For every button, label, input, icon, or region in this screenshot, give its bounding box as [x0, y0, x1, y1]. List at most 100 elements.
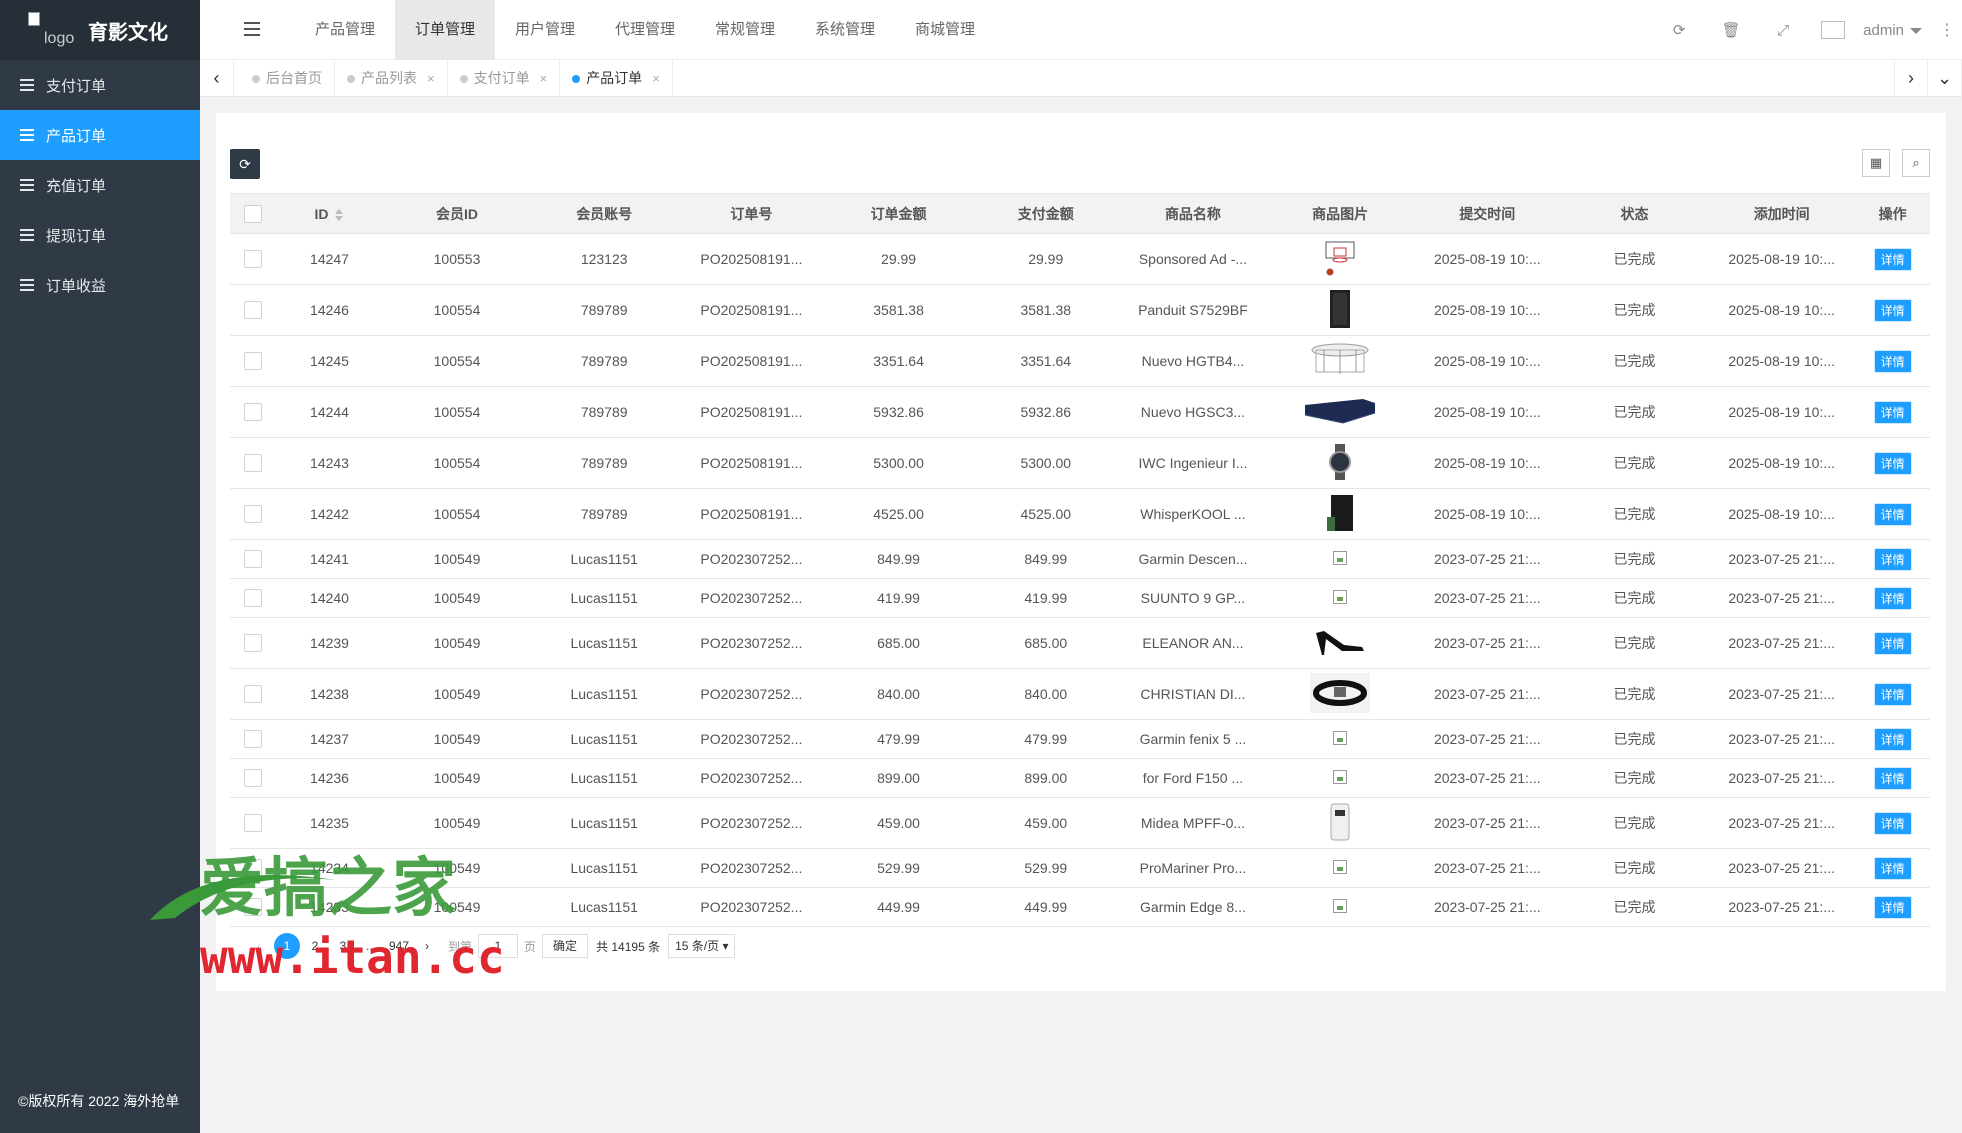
cell-amount: 840.00 — [824, 668, 973, 720]
sidebar: logo 育影文化 支付订单 产品订单 充值订单 提现订单 订单收益 ©版权所有 202… — [0, 0, 200, 1133]
cell-id: 14243 — [275, 437, 384, 489]
cell-id: 14246 — [275, 284, 384, 336]
detail-button[interactable]: 详情 — [1873, 298, 1912, 322]
row-checkbox[interactable] — [243, 898, 262, 917]
sidebar-item-3[interactable]: 提现订单 — [0, 210, 200, 260]
cell-amount: 5300.00 — [824, 437, 973, 489]
detail-button[interactable]: 详情 — [1873, 811, 1912, 835]
top-nav-item-5[interactable]: 系统管理 — [795, 0, 895, 60]
detail-button[interactable]: 详情 — [1873, 895, 1912, 919]
page-tab-0[interactable]: 后台首页 — [240, 60, 335, 97]
sidebar-item-4[interactable]: 订单收益 — [0, 260, 200, 310]
detail-button[interactable]: 详情 — [1873, 502, 1912, 526]
top-nav-item-6[interactable]: 商城管理 — [895, 0, 995, 60]
user-menu[interactable]: admin — [1863, 22, 1922, 39]
search-button[interactable]: ⌕ — [1902, 149, 1930, 177]
page-button-2[interactable]: 2 — [302, 933, 328, 959]
cell-actions: 详情 — [1855, 578, 1930, 618]
detail-button[interactable]: 详情 — [1873, 547, 1912, 571]
avatar[interactable] — [1821, 21, 1846, 39]
detail-button[interactable]: 详情 — [1873, 727, 1912, 751]
top-nav-item-0[interactable]: 产品管理 — [295, 0, 395, 60]
cell-id: 14237 — [275, 719, 384, 759]
table-row: 14236 100549 Lucas1151 PO202307252... 899.00… — [230, 758, 1930, 798]
row-checkbox[interactable] — [243, 505, 262, 524]
detail-button[interactable]: 详情 — [1873, 349, 1912, 373]
page-button-1[interactable]: 1 — [274, 933, 300, 959]
select-all-checkbox[interactable] — [243, 204, 262, 223]
row-checkbox[interactable] — [243, 730, 262, 749]
last-page-button[interactable]: 947 — [386, 933, 412, 959]
cell-id: 14233 — [275, 887, 384, 927]
product-image — [1303, 395, 1377, 430]
row-checkbox[interactable] — [243, 454, 262, 473]
cell-image — [1266, 233, 1414, 285]
top-nav-item-4[interactable]: 常规管理 — [695, 0, 795, 60]
detail-button[interactable]: 详情 — [1873, 247, 1912, 271]
sort-icon[interactable] — [334, 208, 345, 221]
goto-page-input[interactable]: 1 — [478, 934, 519, 958]
row-select-cell — [230, 386, 276, 438]
row-checkbox[interactable] — [243, 403, 262, 422]
refresh-icon[interactable]: ⟳ — [1653, 21, 1705, 39]
prev-page-button[interactable]: ‹ — [246, 933, 272, 959]
sidebar-item-2[interactable]: 充值订单 — [0, 160, 200, 210]
row-checkbox[interactable] — [243, 814, 262, 833]
table-refresh-button[interactable]: ⟳ — [230, 149, 260, 179]
tabs-menu-chevron-down-icon[interactable]: ⌄ — [1928, 60, 1962, 97]
cell-added: 2025-08-19 10:... — [1708, 284, 1856, 336]
close-icon[interactable]: × — [652, 60, 660, 97]
tabs-scroll-right-button[interactable]: › — [1894, 60, 1928, 97]
sidebar-item-0[interactable]: 支付订单 — [0, 60, 200, 110]
row-checkbox[interactable] — [243, 859, 262, 878]
detail-button[interactable]: 详情 — [1873, 400, 1912, 424]
page-tab-2[interactable]: 支付订单 × — [448, 60, 561, 97]
row-checkbox[interactable] — [243, 352, 262, 371]
menu-toggle-icon[interactable] — [244, 22, 260, 36]
cell-order-no: PO202508191... — [677, 233, 825, 285]
detail-button[interactable]: 详情 — [1873, 856, 1912, 880]
tabs-scroll-left-button[interactable]: ‹ — [200, 60, 234, 97]
fullscreen-icon[interactable]: ⤢ — [1757, 22, 1809, 39]
close-icon[interactable]: × — [540, 60, 548, 97]
trash-icon[interactable]: 🗑 — [1705, 21, 1757, 39]
page-size-select[interactable]: 15 条/页 ▾ — [668, 934, 736, 958]
cell-paid: 529.99 — [972, 848, 1120, 888]
columns-filter-button[interactable]: ▦ — [1862, 149, 1890, 177]
more-vertical-icon[interactable]: ⋮ — [1932, 20, 1962, 40]
detail-button[interactable]: 详情 — [1873, 766, 1912, 790]
column-header: 状态 — [1560, 193, 1709, 234]
cell-submitted: 2025-08-19 10:... — [1413, 386, 1561, 438]
cell-status: 已完成 — [1560, 617, 1709, 669]
detail-button[interactable]: 详情 — [1873, 631, 1912, 655]
cell-order-no: PO202508191... — [677, 386, 825, 438]
row-checkbox[interactable] — [243, 769, 262, 788]
row-checkbox[interactable] — [243, 589, 262, 608]
cell-status: 已完成 — [1560, 887, 1709, 927]
top-nav-item-2[interactable]: 用户管理 — [495, 0, 595, 60]
column-header[interactable]: ID — [275, 193, 384, 234]
close-icon[interactable]: × — [427, 60, 435, 97]
row-checkbox[interactable] — [243, 250, 262, 269]
page-tab-1[interactable]: 产品列表 × — [335, 60, 448, 97]
page-tab-3[interactable]: 产品订单 × — [560, 60, 673, 97]
detail-button[interactable]: 详情 — [1873, 682, 1912, 706]
cell-paid: 3581.38 — [972, 284, 1120, 336]
cell-submitted: 2023-07-25 21:... — [1413, 578, 1561, 618]
row-checkbox[interactable] — [243, 685, 262, 704]
detail-button[interactable]: 详情 — [1873, 586, 1912, 610]
row-select-cell — [230, 437, 276, 489]
cell-status: 已完成 — [1560, 284, 1709, 336]
row-checkbox[interactable] — [243, 301, 262, 320]
cell-id: 14239 — [275, 617, 384, 669]
product-image — [1333, 769, 1348, 787]
detail-button[interactable]: 详情 — [1873, 451, 1912, 475]
page-button-3[interactable]: 3 — [330, 933, 356, 959]
top-nav-item-3[interactable]: 代理管理 — [595, 0, 695, 60]
row-checkbox[interactable] — [243, 634, 262, 653]
row-checkbox[interactable] — [243, 550, 262, 569]
top-nav-item-1[interactable]: 订单管理 — [395, 0, 495, 60]
next-page-button[interactable]: › — [414, 933, 440, 959]
goto-confirm-button[interactable]: 确定 — [542, 934, 589, 958]
sidebar-item-1[interactable]: 产品订单 — [0, 110, 200, 160]
